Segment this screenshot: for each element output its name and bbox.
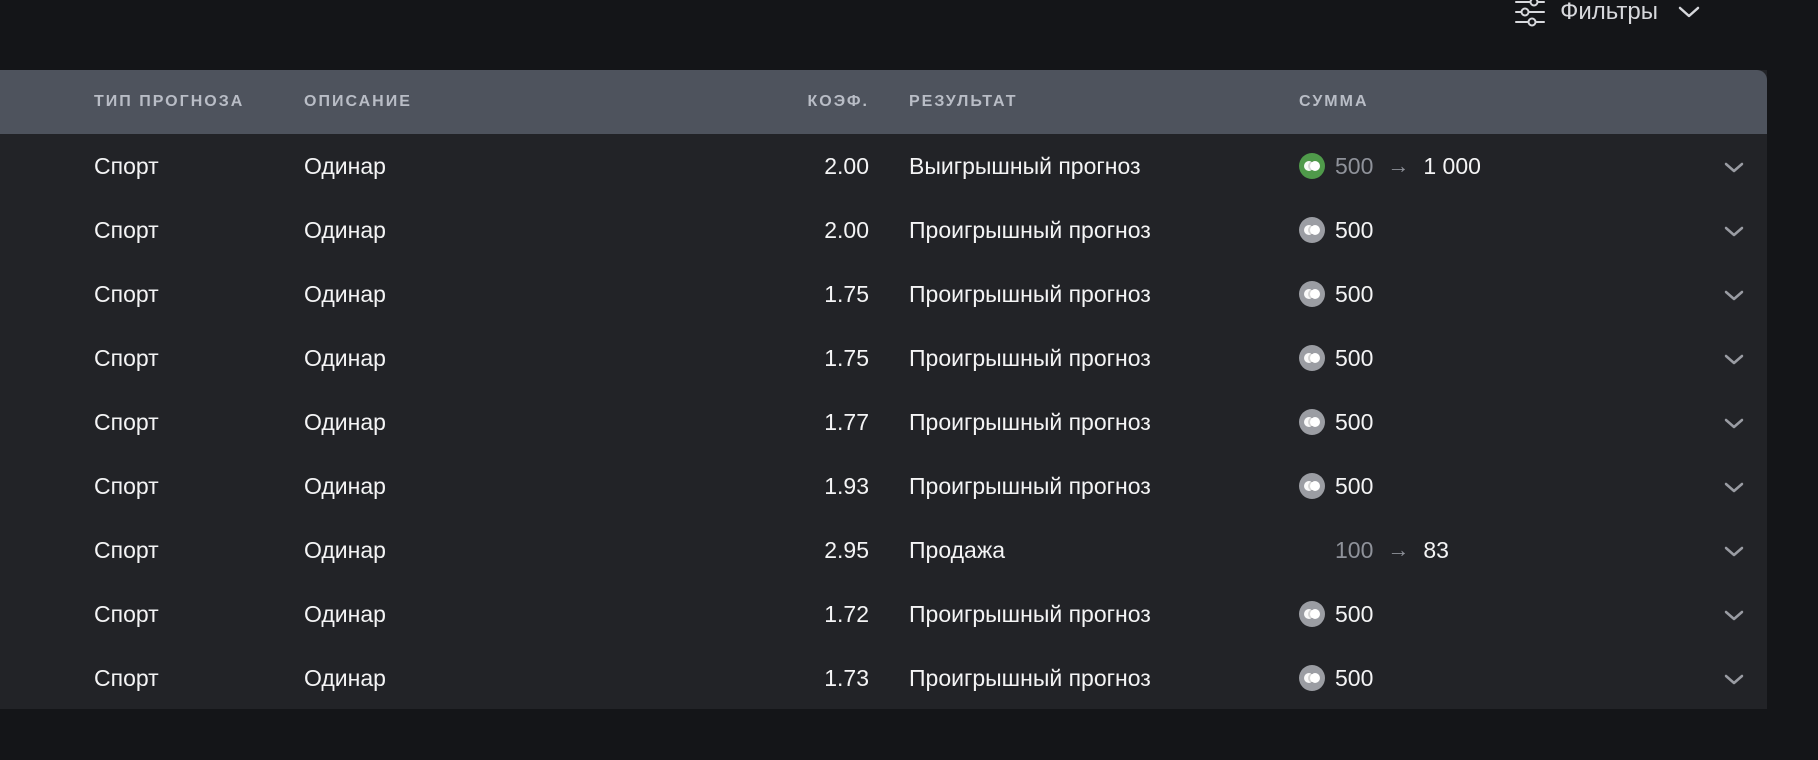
chevron-down-icon[interactable] <box>1722 156 1746 176</box>
chevron-down-icon[interactable] <box>1722 540 1746 560</box>
table-row[interactable]: Спорт Одинар 1.73 Проигрышный прогноз 500 <box>0 646 1767 710</box>
cell-coef: 2.95 <box>824 537 869 563</box>
header-sum: СУММА <box>1299 93 1369 110</box>
coin-icon <box>1299 281 1325 307</box>
cell-sum: 500 <box>1299 262 1373 326</box>
cell-type: Спорт <box>94 601 159 627</box>
cell-type: Спорт <box>94 537 159 563</box>
cell-coef: 1.72 <box>824 601 869 627</box>
header-type: ТИП ПРОГНОЗА <box>94 93 245 110</box>
table-header: ТИП ПРОГНОЗА ОПИСАНИЕ КОЭФ. РЕЗУЛЬТАТ СУ… <box>0 70 1767 134</box>
coin-spacer <box>1299 537 1325 563</box>
stake-amount: 100 <box>1335 537 1374 563</box>
coin-icon <box>1299 345 1325 371</box>
cell-coef: 1.75 <box>824 345 869 371</box>
stake-amount: 500 <box>1335 345 1374 371</box>
table-row[interactable]: Спорт Одинар 2.00 Проигрышный прогноз 500 <box>0 198 1767 262</box>
cell-sum: 100 → 83 <box>1299 518 1449 582</box>
cell-coef: 2.00 <box>824 217 869 243</box>
cell-type: Спорт <box>94 473 159 499</box>
chevron-down-icon[interactable] <box>1722 284 1746 304</box>
cell-description: Одинар <box>304 665 386 691</box>
chevron-down-icon[interactable] <box>1722 604 1746 624</box>
payout-amount: 1 000 <box>1423 153 1481 179</box>
coin-icon <box>1299 153 1325 179</box>
coin-icon <box>1299 665 1325 691</box>
cell-sum: 500 <box>1299 326 1373 390</box>
stake-amount: 500 <box>1335 601 1374 627</box>
coin-icon <box>1299 473 1325 499</box>
cell-result: Проигрышный прогноз <box>909 217 1151 243</box>
stake-amount: 500 <box>1335 153 1374 179</box>
cell-sum: 500 → 1 000 <box>1299 134 1481 198</box>
table-row[interactable]: Спорт Одинар 2.00 Выигрышный прогноз 500 → 1 0… <box>0 134 1767 198</box>
cell-description: Одинар <box>304 217 386 243</box>
cell-type: Спорт <box>94 409 159 435</box>
table-row[interactable]: Спорт Одинар 1.75 Проигрышный прогноз 500 <box>0 326 1767 390</box>
cell-sum: 500 <box>1299 454 1373 518</box>
cell-result: Проигрышный прогноз <box>909 409 1151 435</box>
table-row[interactable]: Спорт Одинар 1.72 Проигрышный прогноз 500 <box>0 582 1767 646</box>
chevron-down-icon <box>1678 5 1700 19</box>
cell-result: Проигрышный прогноз <box>909 281 1151 307</box>
page-background-strip <box>1767 70 1818 760</box>
cell-type: Спорт <box>94 153 159 179</box>
header-description: ОПИСАНИЕ <box>304 93 412 110</box>
chevron-down-icon[interactable] <box>1722 220 1746 240</box>
arrow-right-icon: → <box>1387 537 1410 562</box>
cell-description: Одинар <box>304 473 386 499</box>
cell-type: Спорт <box>94 217 159 243</box>
cell-coef: 1.77 <box>824 409 869 435</box>
cell-description: Одинар <box>304 153 386 179</box>
cell-coef: 2.00 <box>824 153 869 179</box>
cell-coef: 1.75 <box>824 281 869 307</box>
cell-coef: 1.93 <box>824 473 869 499</box>
chevron-down-icon[interactable] <box>1722 668 1746 688</box>
cell-result: Проигрышный прогноз <box>909 345 1151 371</box>
table-row[interactable]: Спорт Одинар 1.93 Проигрышный прогноз 500 <box>0 454 1767 518</box>
cell-description: Одинар <box>304 281 386 307</box>
table-row[interactable]: Спорт Одинар 2.95 Продажа 100 → 83 <box>0 518 1767 582</box>
table-row[interactable]: Спорт Одинар 1.75 Проигрышный прогноз 500 <box>0 262 1767 326</box>
chevron-down-icon[interactable] <box>1722 476 1746 496</box>
cell-description: Одинар <box>304 601 386 627</box>
cell-result: Проигрышный прогноз <box>909 473 1151 499</box>
cell-coef: 1.73 <box>824 665 869 691</box>
bets-table: ТИП ПРОГНОЗА ОПИСАНИЕ КОЭФ. РЕЗУЛЬТАТ СУ… <box>0 70 1767 709</box>
stake-amount: 500 <box>1335 281 1374 307</box>
coin-icon <box>1299 409 1325 435</box>
stake-amount: 500 <box>1335 665 1374 691</box>
cell-type: Спорт <box>94 665 159 691</box>
stake-amount: 500 <box>1335 473 1374 499</box>
cell-result: Выигрышный прогноз <box>909 153 1141 179</box>
filters-label: Фильтры <box>1560 0 1658 25</box>
cell-description: Одинар <box>304 345 386 371</box>
cell-description: Одинар <box>304 409 386 435</box>
arrow-right-icon: → <box>1387 153 1410 178</box>
coin-icon <box>1299 601 1325 627</box>
chevron-down-icon[interactable] <box>1722 348 1746 368</box>
sliders-icon <box>1514 0 1546 27</box>
cell-description: Одинар <box>304 537 386 563</box>
filters-button[interactable]: Фильтры <box>1514 0 1700 27</box>
table-row[interactable]: Спорт Одинар 1.77 Проигрышный прогноз 500 <box>0 390 1767 454</box>
cell-type: Спорт <box>94 281 159 307</box>
cell-sum: 500 <box>1299 198 1373 262</box>
cell-type: Спорт <box>94 345 159 371</box>
cell-result: Проигрышный прогноз <box>909 665 1151 691</box>
stake-amount: 500 <box>1335 409 1374 435</box>
cell-sum: 500 <box>1299 582 1373 646</box>
stake-amount: 500 <box>1335 217 1374 243</box>
coin-icon <box>1299 217 1325 243</box>
cell-sum: 500 <box>1299 646 1373 710</box>
payout-amount: 83 <box>1423 537 1449 563</box>
header-coef: КОЭФ. <box>807 93 869 110</box>
cell-result: Продажа <box>909 537 1005 563</box>
chevron-down-icon[interactable] <box>1722 412 1746 432</box>
top-bar: Фильтры <box>0 0 1818 70</box>
cell-sum: 500 <box>1299 390 1373 454</box>
cell-result: Проигрышный прогноз <box>909 601 1151 627</box>
header-result: РЕЗУЛЬТАТ <box>909 93 1018 110</box>
